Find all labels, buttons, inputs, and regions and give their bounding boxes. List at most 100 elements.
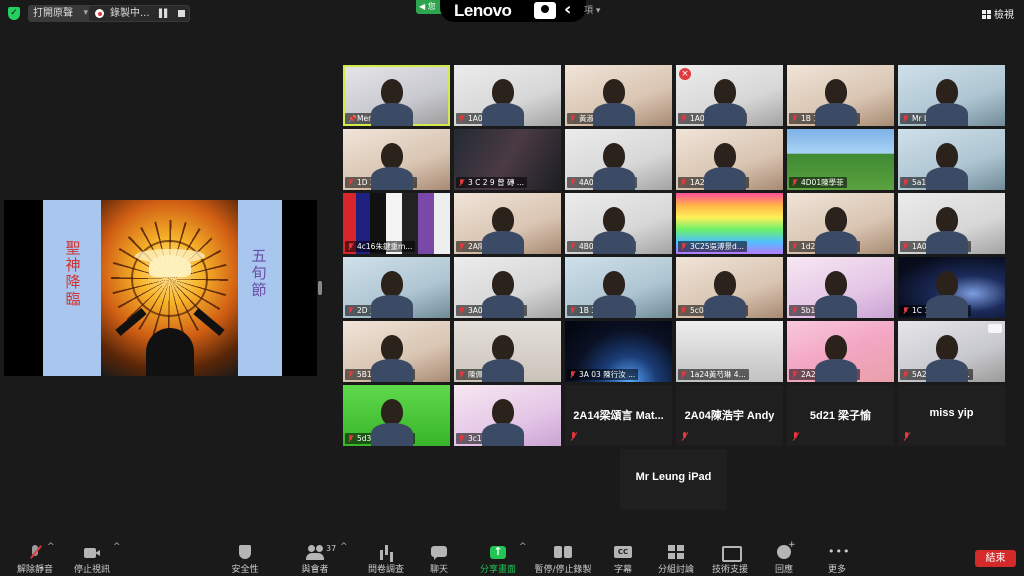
participant-tile[interactable]: 2A04陳浩宇 Andy <box>676 385 783 446</box>
participant-tile[interactable]: 3A02陳政言Al... <box>454 257 561 318</box>
participant-tile[interactable]: 3C25吳溥景d... <box>676 193 783 254</box>
participant-name: 2A04陳浩宇 Andy <box>684 410 775 422</box>
muted-mic-icon <box>681 242 687 251</box>
participants-options-chevron-icon[interactable]: ^ <box>340 542 348 552</box>
participant-tile[interactable]: 5A22_NG HOI... <box>898 321 1005 382</box>
participant-name-label: 2A20吳海鈴M... <box>789 369 860 380</box>
participant-tile[interactable]: 4c16朱鍵重m... <box>343 193 450 254</box>
muted-mic-icon <box>792 370 798 379</box>
participant-name-label: 3A 03 陳行汝 ... <box>567 369 639 380</box>
participant-tile[interactable]: miss yip <box>898 385 1005 446</box>
participant-name-label: 黃淑珍老師 <box>567 113 620 124</box>
participant-tile[interactable]: 2A14梁頌言 Mat... <box>565 385 672 446</box>
participant-name: 4B01劉陽德Tak <box>579 242 634 251</box>
participant-tile[interactable]: 1a24黃芍琳 4... <box>676 321 783 382</box>
participant-tile[interactable]: 1D 21 梁寶瑤 ... <box>343 129 450 190</box>
shared-screen[interactable]: 聖神降臨 五旬節 <box>4 200 317 376</box>
participant-name-label: 4D01陳學菲 <box>789 177 847 188</box>
participant-name-label: 3C25吳溥景d... <box>678 241 747 252</box>
participant-name-label: 1B 31黃梓霖 ... <box>567 305 636 316</box>
participant-tile[interactable]: 黃淑珍老師 <box>565 65 672 126</box>
muted-mic-icon <box>348 306 354 315</box>
participant-name: 5A22_NG HOI... <box>912 370 970 379</box>
participant-name-label: 1A06 孔薪芮K... <box>900 241 972 252</box>
participant-name-label: 1A20區謙欣El... <box>678 177 749 188</box>
tech-support-cast-icon <box>721 545 742 562</box>
participant-name: 1A01陳祉晞C... <box>690 114 745 123</box>
muted-microphone-icon <box>26 545 44 560</box>
muted-mic-icon <box>681 370 687 379</box>
participant-tile[interactable]: 5d34楊韶豪M... <box>343 385 450 446</box>
participant-name: 5c06陳冠焱br... <box>690 306 746 315</box>
participant-tile[interactable]: 2A陳昊洋 Sa... <box>454 193 561 254</box>
participant-tile[interactable]: 2A20吳海鈴M... <box>787 321 894 382</box>
muted-mic-icon <box>348 242 354 251</box>
lenovo-logo: Lenovo <box>454 1 512 20</box>
pause-recording-icon[interactable]: ▌▌ <box>159 6 170 21</box>
participant-name-label: 5B15梁莉恩G... <box>345 369 415 380</box>
muted-mic-icon <box>792 242 798 251</box>
participant-tile[interactable]: 3A 03 陳行汝 ... <box>565 321 672 382</box>
participant-name: 3C25吳溥景d... <box>690 242 744 251</box>
participant-tile[interactable]: 3c11曹浩熙S... <box>454 385 561 446</box>
participant-name: 2A陳昊洋 Sa... <box>468 242 520 251</box>
camera-privacy-icon[interactable] <box>534 2 556 19</box>
participant-name: 1A20區謙欣El... <box>690 178 746 187</box>
participant-tile[interactable]: 📌 Mena EE <box>343 65 450 126</box>
participant-tile[interactable]: 4B01劉陽德Tak <box>565 193 672 254</box>
participant-tile[interactable]: 1A01陳祉晞C... × <box>676 65 783 126</box>
participant-tile[interactable]: Mr Leung <box>898 65 1005 126</box>
encryption-shield-icon[interactable]: ✓ <box>8 7 20 20</box>
share-options-chevron-icon[interactable]: ^ <box>519 542 527 552</box>
view-button[interactable]: 檢視 <box>982 6 1014 21</box>
participant-tile[interactable]: 1C 17 蔡承禧 ... <box>898 257 1005 318</box>
muted-mic-icon <box>459 306 465 315</box>
participant-name: 2A20吳海鈴M... <box>801 370 857 379</box>
participant-tile[interactable]: 5c06陳冠焱br... <box>676 257 783 318</box>
muted-mic-icon <box>570 178 576 187</box>
participant-name-label: 4A03周凝萱Tr... <box>567 177 637 188</box>
participant-name: 5d21 梁子愉 <box>809 410 872 422</box>
participant-tile[interactable]: 1A06 孔薪芮K... <box>898 193 1005 254</box>
more-button[interactable]: 更多 <box>802 536 872 576</box>
breakout-rooms-icon <box>667 545 685 560</box>
participant-tile[interactable]: 5d21 梁子愉 <box>787 385 894 446</box>
remove-icon[interactable]: × <box>679 68 691 80</box>
participant-name: miss yip <box>929 407 974 419</box>
participant-name: 4D01陳學菲 <box>801 178 844 187</box>
top-bar: ✓ 打開原聲 錄製中... ▌▌ ◀ 您 Lenovo ‹ 項 ▾ 檢視 <box>0 0 1024 26</box>
muted-mic-icon <box>681 114 687 123</box>
participant-name-label: 5A22_NG HOI... <box>900 369 973 380</box>
muted-mic-icon <box>792 306 798 315</box>
chevron-left-icon[interactable]: ‹ <box>564 0 571 20</box>
participant-name-label: 4c16朱鍵重m... <box>345 241 416 252</box>
participant-tile[interactable]: 5a14 李思瀚 ... <box>898 129 1005 190</box>
participant-tile[interactable]: 1B 11 劉子謙 ... <box>787 65 894 126</box>
security-button[interactable]: 安全性 <box>210 536 280 576</box>
participant-tile[interactable]: 4A03周凝萱Tr... <box>565 129 672 190</box>
participant-tile[interactable]: 2D 王秀晨 12 <box>343 257 450 318</box>
participant-tile[interactable]: 1B 31黃梓霖 ... <box>565 257 672 318</box>
participant-name: 3A02陳政言Al... <box>468 306 525 315</box>
split-view-handle[interactable] <box>318 281 322 295</box>
original-sound-button[interactable]: 打開原聲 <box>28 5 93 22</box>
stop-recording-icon[interactable] <box>178 10 185 17</box>
view-options-menu[interactable]: 項 ▾ <box>584 3 600 16</box>
participant-name: 3 C 2 9 曾 磚 ... <box>468 178 525 187</box>
audio-options-chevron-icon[interactable]: ^ <box>47 542 55 552</box>
participant-tile[interactable]: 1A20區謙欣El... <box>676 129 783 190</box>
participant-tile[interactable]: 1A05周憲婷L... <box>454 65 561 126</box>
reaction-emoji-icon <box>775 540 796 560</box>
participant-tile[interactable]: 3 C 2 9 曾 磚 ... <box>454 129 561 190</box>
end-meeting-button[interactable]: 結束 <box>975 550 1016 567</box>
participant-tile[interactable]: 5B15梁莉恩G... <box>343 321 450 382</box>
participant-tile[interactable]: 陳佩琛三智 <box>454 321 561 382</box>
participant-tile[interactable]: 1d25 楊蘊利e... <box>787 193 894 254</box>
slide-title-left: 聖神降臨 <box>65 239 81 308</box>
muted-mic-icon <box>570 114 576 123</box>
security-label: 安全性 <box>231 565 259 575</box>
video-options-chevron-icon[interactable]: ^ <box>113 542 121 552</box>
participant-tile[interactable]: 5b19彭晞澄V... <box>787 257 894 318</box>
participant-tile[interactable]: Mr Leung iPad <box>620 449 727 510</box>
participant-tile[interactable]: 4D01陳學菲 <box>787 129 894 190</box>
